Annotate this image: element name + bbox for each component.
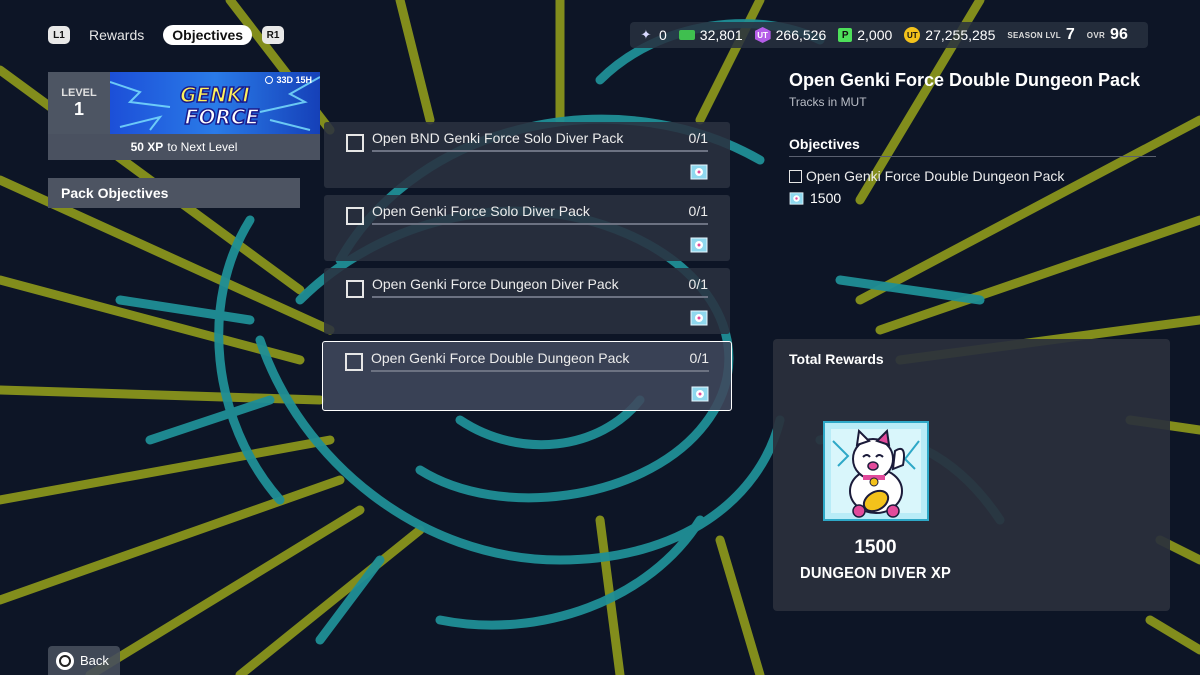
event-timer-value: 33D 15H <box>276 75 312 85</box>
objective-progress: 0/1 <box>688 130 708 146</box>
detail-objective-text: Open Genki Force Double Dungeon Pack <box>806 168 1065 184</box>
pack-reward-icon <box>690 310 708 326</box>
coins-value: 32,801 <box>699 27 743 43</box>
tab-rewards[interactable]: Rewards <box>80 25 153 45</box>
level-card: LEVEL 1 GENKI FORCE 33D 15H 50 XP to Nex… <box>48 72 320 160</box>
circle-button-icon <box>56 651 74 670</box>
objective-checkbox <box>346 134 364 152</box>
objective-row-selected[interactable]: Open Genki Force Double Dungeon Pack 0/1 <box>322 341 732 411</box>
reward-amount: 1500 <box>854 537 897 558</box>
detail-objective-checkbox <box>789 169 802 183</box>
top-tab-bar: L1 Rewards Objectives R1 <box>48 24 285 46</box>
objective-progress: 0/1 <box>689 350 709 366</box>
svg-text:GENKI: GENKI <box>180 83 250 107</box>
ovr-label: OVR <box>1086 30 1106 40</box>
detail-objective: Open Genki Force Double Dungeon Pack <box>789 168 1064 184</box>
detail-reward-value: 1500 <box>810 190 842 206</box>
fox-tokens-value: 0 <box>659 27 667 43</box>
coins: 32,801 <box>678 27 743 43</box>
ovr-value: 96 <box>1110 26 1128 43</box>
detail-title: Open Genki Force Double Dungeon Pack <box>789 70 1141 90</box>
objective-checkbox <box>346 280 364 298</box>
objective-progress-bar <box>372 223 708 225</box>
level-box: LEVEL 1 <box>48 72 110 134</box>
ut-purple: UT 266,526 <box>754 27 827 43</box>
ut-purple-icon: UT <box>754 27 771 43</box>
level-label: LEVEL <box>61 86 97 99</box>
event-timer: 33D 15H <box>265 75 312 85</box>
objectives-list: Open BND Genki Force Solo Diver Pack 0/1… <box>322 122 732 418</box>
xp-suffix: to Next Level <box>167 140 238 154</box>
season-level-label: SEASON LVL <box>1007 30 1061 40</box>
svg-text:FORCE: FORCE <box>185 105 260 129</box>
lucky-cat-icon <box>823 421 929 521</box>
objective-progress-bar <box>371 370 709 372</box>
ut-purple-value: 266,526 <box>775 27 827 43</box>
currency-bar: ✦ 0 32,801 UT 266,526 P 2,000 UT 27,255,… <box>630 22 1148 48</box>
objective-row[interactable]: Open BND Genki Force Solo Diver Pack 0/1 <box>324 122 730 188</box>
objective-checkbox <box>345 353 363 371</box>
reward-name: DUNGEON DIVER XP <box>800 565 951 582</box>
objective-row[interactable]: Open Genki Force Dungeon Diver Pack 0/1 <box>324 268 730 334</box>
objective-progress: 0/1 <box>688 276 708 292</box>
pack-reward-icon <box>691 386 709 402</box>
clock-icon <box>265 76 274 84</box>
ut-gold: UT 27,255,285 <box>904 27 995 43</box>
coin-bill-icon <box>678 30 695 40</box>
objective-title: Open Genki Force Dungeon Diver Pack <box>372 276 619 292</box>
xp-amount: 50 XP <box>130 140 164 154</box>
p-points-value: 2,000 <box>857 27 893 43</box>
pack-reward-icon <box>690 164 708 180</box>
fox-tokens: ✦ 0 <box>638 27 667 43</box>
detail-objectives-heading: Objectives <box>789 136 860 152</box>
detail-reward: 1500 <box>789 190 841 206</box>
back-button[interactable]: Back <box>48 646 120 675</box>
objective-checkbox <box>346 207 364 225</box>
divider <box>789 156 1156 157</box>
objective-progress-bar <box>372 150 708 152</box>
sidebar-item-pack-objectives[interactable]: Pack Objectives <box>48 178 300 208</box>
detail-subtitle: Tracks in MUT <box>789 95 867 109</box>
pack-reward-icon <box>789 191 804 205</box>
l1-button[interactable]: L1 <box>48 26 70 44</box>
objective-row[interactable]: Open Genki Force Solo Diver Pack 0/1 <box>324 195 730 261</box>
objective-progress: 0/1 <box>688 203 708 219</box>
genki-force-banner: GENKI FORCE 33D 15H <box>110 72 320 134</box>
level-value: 1 <box>73 98 84 119</box>
objective-progress-bar <box>372 296 708 298</box>
back-label: Back <box>80 653 109 668</box>
ovr-rating: OVR 96 <box>1087 26 1128 44</box>
total-rewards-panel: Total Rewards 1500 DUNGEON DIVER XP <box>773 339 1170 611</box>
season-level: SEASON LVL 7 <box>1007 26 1074 44</box>
fox-icon: ✦ <box>640 27 652 42</box>
tab-objectives[interactable]: Objectives <box>163 25 253 45</box>
objective-title: Open Genki Force Double Dungeon Pack <box>371 350 630 366</box>
season-level-value: 7 <box>1065 26 1075 43</box>
xp-to-next-level: 50 XP to Next Level <box>48 134 320 160</box>
r1-button[interactable]: R1 <box>262 26 285 44</box>
objective-title: Open BND Genki Force Solo Diver Pack <box>372 130 624 146</box>
p-points-icon: P <box>838 28 853 42</box>
p-points: P 2,000 <box>838 27 892 43</box>
ut-gold-value: 27,255,285 <box>925 27 996 43</box>
ut-gold-icon: UT <box>904 27 921 43</box>
total-rewards-heading: Total Rewards <box>789 351 884 367</box>
objective-title: Open Genki Force Solo Diver Pack <box>372 203 590 219</box>
pack-reward-icon <box>690 237 708 253</box>
